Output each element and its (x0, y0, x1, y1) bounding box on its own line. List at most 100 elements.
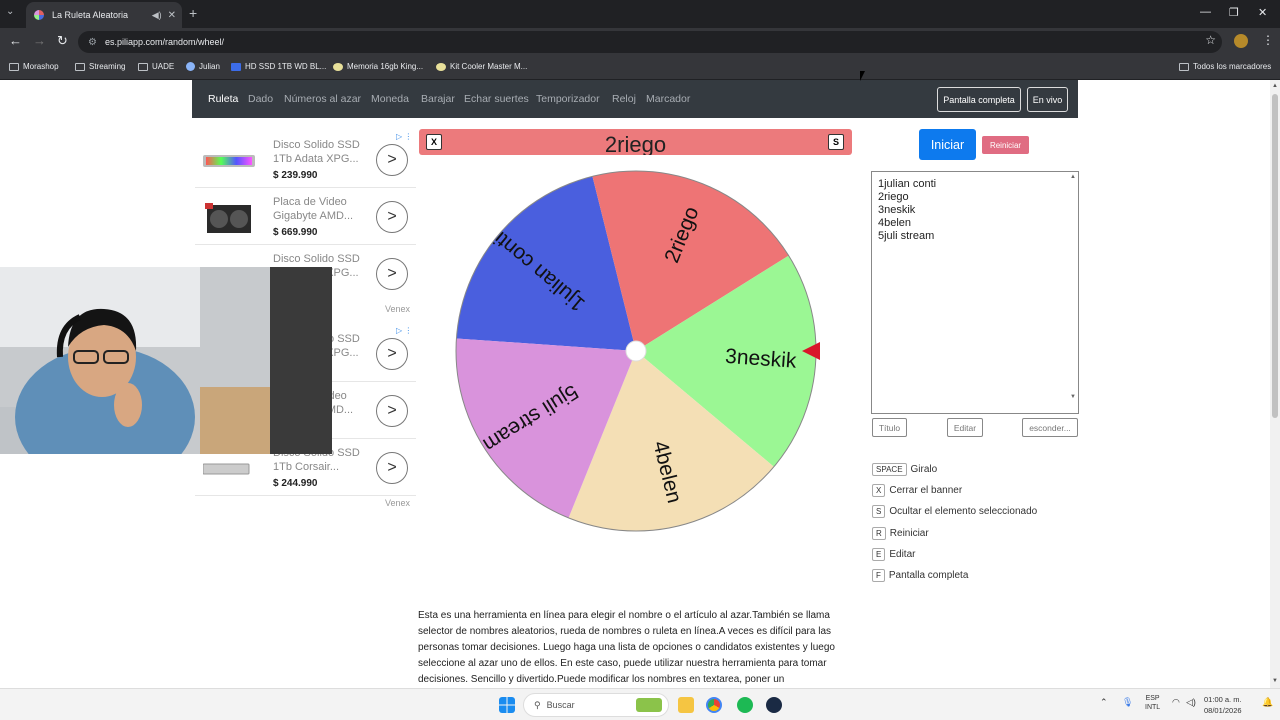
key-badge: SPACE (872, 463, 907, 476)
bookmark-folder[interactable]: UADE (138, 62, 174, 71)
wd-icon (231, 62, 241, 71)
scroll-up-icon[interactable]: ▲ (1070, 174, 1076, 180)
notification-icon[interactable]: 🔔 (1262, 697, 1273, 708)
start-button[interactable]: Iniciar (919, 129, 976, 160)
key-badge: S (872, 505, 886, 518)
spin-wheel[interactable]: 1julian conti 2riego3neskik4belen5juli st… (450, 165, 822, 537)
chevron-right-icon[interactable]: > (376, 395, 408, 427)
textarea-scrollbar[interactable]: ▲ ▼ (1068, 172, 1078, 413)
chevron-right-icon[interactable]: > (376, 201, 408, 233)
scroll-up-icon[interactable]: ▲ (1272, 83, 1278, 89)
bookmark-star-icon[interactable]: ☆ (1205, 33, 1216, 47)
app-icon[interactable] (766, 697, 782, 713)
webcam-image (0, 267, 332, 454)
back-icon[interactable]: ← (9, 33, 22, 48)
scroll-thumb[interactable] (1272, 94, 1278, 418)
shortcut-row: F Pantalla completa (872, 569, 968, 582)
volume-icon[interactable]: ◁) (1186, 697, 1196, 708)
nav-item-dado[interactable]: Dado (248, 93, 273, 105)
browser-toolbar: ← → ↻ ⚙ es.piliapp.com/random/wheel/ ☆ (0, 28, 1280, 56)
chevron-right-icon[interactable]: > (376, 258, 408, 290)
bookmark-folder[interactable]: Streaming (75, 62, 125, 71)
speaker-icon[interactable]: ◀) (152, 10, 162, 21)
all-bookmarks[interactable]: Todos los marcadores (1179, 62, 1271, 71)
restore-icon[interactable]: ❐ (1229, 6, 1239, 19)
nav-item-numeros[interactable]: Números al azar (284, 93, 361, 105)
nav-item-ruleta[interactable]: Ruleta (208, 93, 238, 105)
shortcut-row: E Editar (872, 548, 915, 561)
taskbar-search[interactable]: ⚲ Buscar (523, 693, 669, 717)
user-icon (186, 62, 195, 71)
hide-button[interactable]: esconder... (1022, 418, 1078, 437)
live-button[interactable]: En vivo (1027, 87, 1068, 112)
windows-start-icon[interactable] (499, 697, 515, 713)
microphone-icon[interactable]: 🎙 (1122, 697, 1133, 708)
bookmark-item[interactable]: HD SSD 1TB WD BL... (231, 62, 326, 71)
reload-icon[interactable]: ↻ (57, 33, 68, 49)
reset-button[interactable]: Reiniciar (982, 136, 1029, 154)
profile-avatar-icon[interactable] (1234, 34, 1248, 48)
close-tab-icon[interactable]: ✕ (168, 10, 176, 21)
hide-selected-button[interactable]: S (828, 134, 844, 150)
fullscreen-button[interactable]: Pantalla completa (937, 87, 1021, 112)
chevron-right-icon[interactable]: > (376, 452, 408, 484)
key-badge: E (872, 548, 886, 561)
tray-overflow-icon[interactable]: ⌃ (1100, 697, 1108, 708)
folder-icon (1179, 62, 1189, 71)
tab-search-icon[interactable]: ⌄ (6, 6, 14, 17)
entries-textarea[interactable]: 1julian conti 2riego 3neskik 4belen 5jul… (871, 171, 1079, 414)
site-info-icon[interactable]: ⚙ (88, 37, 97, 48)
url-text: es.piliapp.com/random/wheel/ (104, 37, 225, 47)
shortcut-label: Giralo (910, 464, 938, 475)
minimize-icon[interactable]: — (1200, 6, 1211, 18)
forward-icon[interactable]: → (33, 33, 46, 48)
page: Ruleta Dado Números al azar Moneda Baraj… (0, 80, 1280, 688)
wifi-icon[interactable]: ◠ (1172, 697, 1180, 708)
edit-button[interactable]: Editar (947, 418, 983, 437)
spotify-icon[interactable] (737, 697, 753, 713)
page-scrollbar[interactable]: ▲ ▼ (1270, 80, 1280, 688)
new-tab-icon[interactable]: + (189, 5, 197, 21)
nav-item-marcador[interactable]: Marcador (646, 93, 690, 105)
system-clock[interactable]: 01:00 a. m. 08/01/2026 (1204, 694, 1242, 716)
title-button[interactable]: Título (872, 418, 907, 437)
close-banner-button[interactable]: X (426, 134, 442, 150)
bookmark-item[interactable]: Memoria 16gb King... (333, 62, 423, 71)
chevron-right-icon[interactable]: > (376, 338, 408, 370)
browser-menu-icon[interactable]: ⋮ (1262, 33, 1274, 47)
entry-line: 5juli stream (878, 230, 935, 242)
close-window-icon[interactable]: ✕ (1258, 6, 1267, 19)
nav-item-reloj[interactable]: Reloj (612, 93, 636, 105)
nav-item-echar-suertes[interactable]: Echar suertes (464, 93, 529, 105)
nav-item-moneda[interactable]: Moneda (371, 93, 409, 105)
bookmark-item[interactable]: Kit Cooler Master M... (436, 62, 527, 71)
file-explorer-icon[interactable] (678, 697, 694, 713)
scroll-down-icon[interactable]: ▼ (1070, 394, 1076, 400)
chevron-right-icon[interactable]: > (376, 144, 408, 176)
language-indicator[interactable]: ESP INTL (1145, 694, 1160, 712)
ad-item[interactable]: Disco Solido SSD 1Tb Adata XPG... $ 239.… (195, 132, 416, 188)
bookmarks-bar: Morashop Streaming UADE Julian HD SSD 1T… (0, 56, 1280, 80)
search-placeholder: Buscar (546, 700, 575, 710)
browser-tab-bar: ⌄ La Ruleta Aleatoria ◀) ✕ + — ❐ ✕ (0, 0, 1280, 28)
search-highlight-icon (636, 698, 662, 712)
wheel-hub[interactable] (625, 340, 647, 362)
nav-item-barajar[interactable]: Barajar (421, 93, 455, 105)
ad-title: Placa de Video Gigabyte AMD... (273, 196, 354, 222)
gpu-image (205, 203, 251, 233)
ad-price: $ 244.990 (273, 478, 318, 489)
chrome-icon[interactable] (706, 697, 722, 713)
nav-item-temporizador[interactable]: Temporizador (536, 93, 600, 105)
site-favicon-icon (34, 10, 44, 20)
tab-title: La Ruleta Aleatoria (52, 10, 129, 20)
bookmark-item[interactable]: Julian (186, 62, 220, 71)
address-bar[interactable]: ⚙ es.piliapp.com/random/wheel/ (78, 31, 1222, 53)
browser-tab[interactable]: La Ruleta Aleatoria ◀) ✕ (26, 2, 182, 28)
ad-item[interactable]: Placa de Video Gigabyte AMD... $ 669.990… (195, 189, 416, 245)
entry-line: 2riego (878, 191, 909, 203)
bookmark-folder[interactable]: Morashop (9, 62, 59, 71)
folder-icon (75, 62, 85, 71)
windows-taskbar: ⚲ Buscar ⌃ 🎙 ESP INTL ◠ ◁) 01:00 a. m. 08… (0, 688, 1280, 720)
key-badge: F (872, 569, 885, 582)
scroll-down-icon[interactable]: ▼ (1272, 678, 1278, 684)
